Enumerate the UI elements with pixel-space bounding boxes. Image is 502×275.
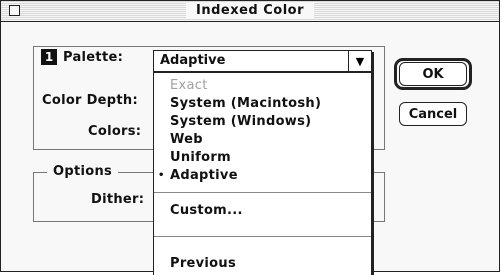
window-title: Indexed Color	[185, 3, 315, 19]
menu-item-custom[interactable]: Custom...	[154, 202, 371, 219]
menu-item-web[interactable]: Web	[154, 131, 371, 148]
menu-item-previous[interactable]: Previous	[154, 255, 371, 272]
checkmark-bullet-icon: •	[158, 170, 165, 181]
menu-item-exact: Exact	[170, 78, 208, 93]
ok-button[interactable]: OK	[399, 62, 467, 86]
dither-label: Dither:	[91, 192, 145, 207]
menu-separator	[154, 192, 371, 193]
palette-popup-value: Adaptive	[160, 53, 226, 68]
menu-separator	[154, 236, 371, 237]
menu-item-system-macintosh[interactable]: System (Macintosh)	[154, 95, 371, 112]
indexed-color-dialog: Indexed Color 1 Palette: Color Depth: Co…	[0, 0, 500, 275]
title-bar[interactable]: Indexed Color	[1, 1, 499, 22]
menu-item-adaptive[interactable]: • Adaptive	[154, 167, 371, 184]
palette-popup[interactable]: Adaptive ▼	[153, 50, 372, 72]
palette-dropdown-menu: Exact System (Macintosh) System (Windows…	[153, 72, 372, 275]
step-number-badge: 1	[41, 49, 57, 65]
close-box-icon[interactable]	[9, 5, 20, 16]
cancel-button[interactable]: Cancel	[399, 102, 467, 126]
options-group-label: Options	[47, 164, 119, 179]
menu-item-system-windows[interactable]: System (Windows)	[154, 113, 371, 130]
color-depth-label: Color Depth:	[42, 93, 138, 108]
palette-label: Palette:	[63, 50, 124, 65]
menu-item-uniform[interactable]: Uniform	[154, 149, 371, 166]
colors-label: Colors:	[88, 124, 142, 139]
dropdown-arrow-icon[interactable]: ▼	[348, 51, 371, 71]
